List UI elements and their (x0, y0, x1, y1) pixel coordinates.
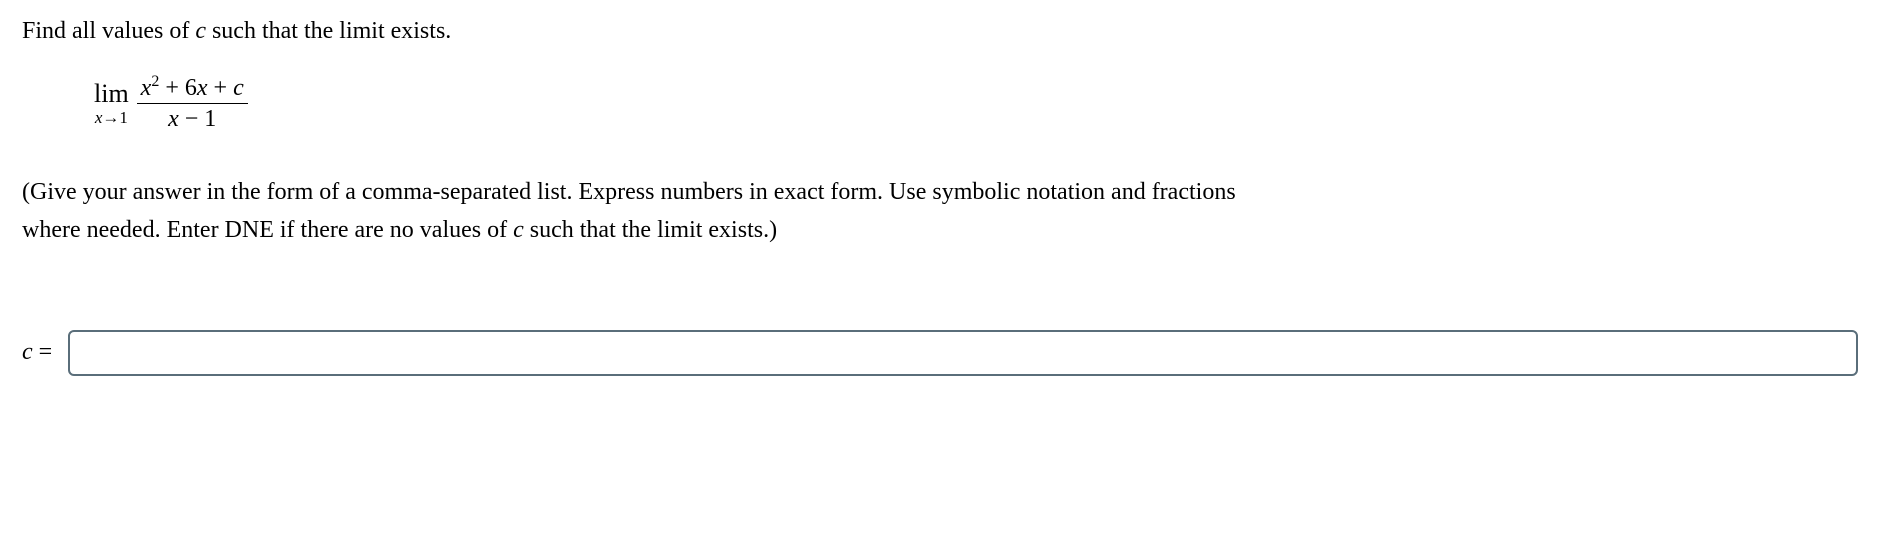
answer-input[interactable] (68, 330, 1858, 376)
instructions-line1: (Give your answer in the form of a comma… (22, 179, 1236, 205)
lim-approach: x→1 (95, 109, 128, 126)
numerator: x2 + 6x + c (137, 75, 248, 103)
statement-prefix: Find all values of (22, 18, 195, 44)
limit-expression: lim x→1 x2 + 6x + c x − 1 (94, 75, 1858, 133)
answer-label: c = (22, 339, 52, 366)
instructions-line2-prefix: where needed. Enter DNE if there are no … (22, 217, 513, 243)
instructions: (Give your answer in the form of a comma… (22, 173, 1858, 250)
instructions-variable: c (513, 217, 524, 243)
answer-row: c = (22, 330, 1858, 376)
statement-suffix: such that the limit exists. (206, 18, 451, 44)
fraction: x2 + 6x + c x − 1 (137, 75, 248, 133)
limit-operator: lim x→1 (94, 81, 129, 126)
problem-statement: Find all values of c such that the limit… (22, 18, 1858, 45)
statement-variable: c (195, 18, 206, 44)
lim-label: lim (94, 81, 129, 107)
denominator: x − 1 (137, 103, 248, 132)
instructions-line2-suffix: such that the limit exists.) (524, 217, 777, 243)
